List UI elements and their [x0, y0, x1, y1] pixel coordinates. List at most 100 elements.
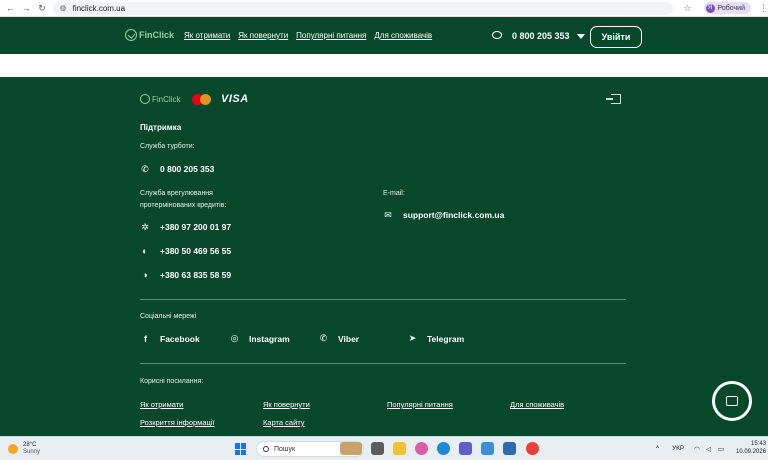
footer-link-how-to-get[interactable]: Як отримати — [140, 400, 183, 409]
social-viber[interactable]: ✆ Viber — [318, 333, 359, 344]
login-arrow-icon[interactable] — [606, 94, 621, 104]
phone-row-vodafone[interactable]: ◐ +380 50 469 56 55 — [140, 246, 231, 256]
wifi-icon[interactable]: ◠ — [694, 445, 700, 453]
weather-widget[interactable]: 28°C Sunny — [8, 442, 40, 456]
viber-icon: ✆ — [319, 333, 328, 343]
search-highlight-icon — [340, 442, 362, 455]
footer-link-disclosure[interactable]: Розкриття інформації — [140, 418, 215, 427]
chrome-icon[interactable] — [526, 442, 539, 455]
battery-icon[interactable]: ▭ — [718, 445, 724, 453]
profile-chip[interactable]: Я Робочий — [703, 2, 751, 14]
teams-icon[interactable] — [459, 442, 472, 455]
forward-icon[interactable]: → — [21, 2, 32, 14]
social-instagram[interactable]: ◎ Instagram — [229, 333, 290, 344]
social-telegram[interactable]: ➤ Telegram — [407, 333, 464, 344]
social-title: Соціальні мережі — [140, 313, 197, 320]
phone-lifecell: +380 63 835 58 59 — [160, 270, 232, 280]
finclick-logo[interactable]: FinClick — [125, 29, 174, 41]
windows-taskbar: 28°C Sunny Пошук ^ УКР ◠ ◁ ▭ 15:43 10.09… — [0, 436, 768, 460]
tray-lang[interactable]: УКР — [672, 445, 684, 452]
browser-toolbar: ← → ↻ ⚙ finclick.com.ua ☆ Я Робочий ⋮ — [0, 0, 768, 17]
social-facebook-label: Facebook — [160, 333, 200, 344]
weather-temp: 28°C — [23, 442, 37, 448]
logo-mark-icon — [140, 94, 150, 104]
social-telegram-label: Telegram — [427, 333, 465, 344]
phone-icon: ✆ — [141, 163, 149, 174]
mastercard-icon — [192, 94, 212, 105]
tray-chevron-icon[interactable]: ^ — [656, 445, 659, 452]
menu-faq[interactable]: Популярні питання — [296, 31, 366, 40]
support-title: Підтримка — [140, 123, 182, 132]
menu-for-consumers[interactable]: Для споживачів — [374, 31, 432, 40]
logo-text: FinClick — [139, 30, 175, 40]
weather-condition: Sunny — [23, 449, 41, 455]
social-viber-label: Viber — [338, 333, 360, 344]
footer-logo-text: FinClick — [152, 94, 181, 104]
footer-link-faq[interactable]: Популярні питання — [387, 400, 453, 409]
footer-link-for-consumers[interactable]: Для споживачів — [510, 400, 564, 409]
reload-icon[interactable]: ↻ — [37, 2, 48, 14]
taskbar-search-text: Пошук — [274, 445, 296, 453]
email-label: E-mail: — [383, 190, 405, 197]
telegram-icon: ➤ — [408, 333, 417, 343]
main-menu: Як отримати Як повернути Популярні питан… — [184, 31, 432, 40]
store-icon[interactable] — [503, 442, 516, 455]
hotline-label: Служба турботи: — [140, 143, 195, 150]
instagram-icon: ◎ — [230, 333, 239, 343]
browser-menu-icon[interactable]: ⋮ — [759, 3, 768, 14]
facebook-icon: f — [144, 333, 147, 344]
email-address: support@finclick.com.ua — [403, 210, 505, 220]
hotline-row[interactable]: ✆ 0 800 205 353 — [140, 163, 215, 175]
lifecell-icon: ◑ — [142, 270, 148, 280]
footer-logo[interactable]: FinClick — [140, 94, 180, 104]
chat-bubble-icon — [492, 31, 502, 39]
file-explorer-icon[interactable] — [393, 442, 406, 455]
bookmark-star-icon[interactable]: ☆ — [683, 3, 691, 14]
clock-time: 15:43 — [751, 441, 767, 447]
site-header: FinClick Як отримати Як повернути Популя… — [0, 17, 768, 54]
footer-divider — [140, 299, 626, 300]
social-instagram-label: Instagram — [249, 333, 290, 344]
copilot-icon[interactable] — [415, 442, 428, 455]
phone-vodafone: +380 50 469 56 55 — [160, 246, 232, 256]
footer-divider — [140, 363, 626, 364]
kyivstar-icon: ✲ — [141, 221, 149, 232]
footer-link-sitemap[interactable]: Карта сайту — [263, 418, 305, 427]
profile-label: Робочий — [717, 4, 745, 12]
menu-how-to-get[interactable]: Як отримати — [184, 31, 230, 40]
chat-button[interactable] — [712, 381, 752, 421]
footer-link-how-to-return[interactable]: Як повернути — [263, 400, 310, 409]
phone-row-kyivstar[interactable]: ✲ +380 97 200 01 97 — [140, 221, 232, 233]
chat-icon — [726, 396, 738, 406]
url-text: finclick.com.ua — [72, 3, 126, 13]
sun-icon — [8, 444, 18, 454]
search-icon — [263, 446, 269, 452]
envelope-icon: ✉ — [384, 209, 392, 220]
links-title: Корисні посилання: — [140, 378, 204, 385]
taskbar-clock[interactable]: 15:43 10.09.2026 — [736, 440, 766, 456]
site-footer: FinClick VISA Підтримка Служба турботи: … — [0, 77, 768, 436]
volume-icon[interactable]: ◁ — [706, 445, 711, 453]
site-info-icon[interactable]: ⚙ — [59, 4, 66, 13]
settlement-label: Служба врегулювання протермінованих кред… — [140, 190, 227, 209]
phone-kyivstar: +380 97 200 01 97 — [160, 222, 232, 232]
phone-row-lifecell[interactable]: ◑ +380 63 835 58 59 — [140, 270, 231, 280]
clock-date: 10.09.2026 — [736, 449, 767, 455]
logo-mark-icon — [125, 29, 137, 41]
email-row[interactable]: ✉ support@finclick.com.ua — [383, 209, 505, 221]
edge-icon[interactable] — [437, 442, 450, 455]
header-phone[interactable]: 0 800 205 353 — [512, 31, 570, 41]
back-icon[interactable]: ← — [5, 2, 16, 14]
profile-avatar: Я — [705, 3, 715, 13]
task-view-icon[interactable] — [371, 442, 384, 455]
windows-start-icon[interactable] — [235, 443, 247, 455]
chevron-down-icon[interactable] — [577, 34, 585, 39]
hotline-phone: 0 800 205 353 — [160, 164, 215, 174]
vodafone-icon: ◐ — [142, 246, 148, 256]
address-bar[interactable]: ⚙ finclick.com.ua — [53, 1, 674, 15]
menu-how-to-return[interactable]: Як повернути — [238, 31, 288, 40]
visa-logo: VISA — [221, 93, 249, 105]
app-icon[interactable] — [481, 442, 494, 455]
login-button[interactable]: Увійти — [590, 26, 642, 48]
social-facebook[interactable]: f Facebook — [140, 333, 200, 344]
